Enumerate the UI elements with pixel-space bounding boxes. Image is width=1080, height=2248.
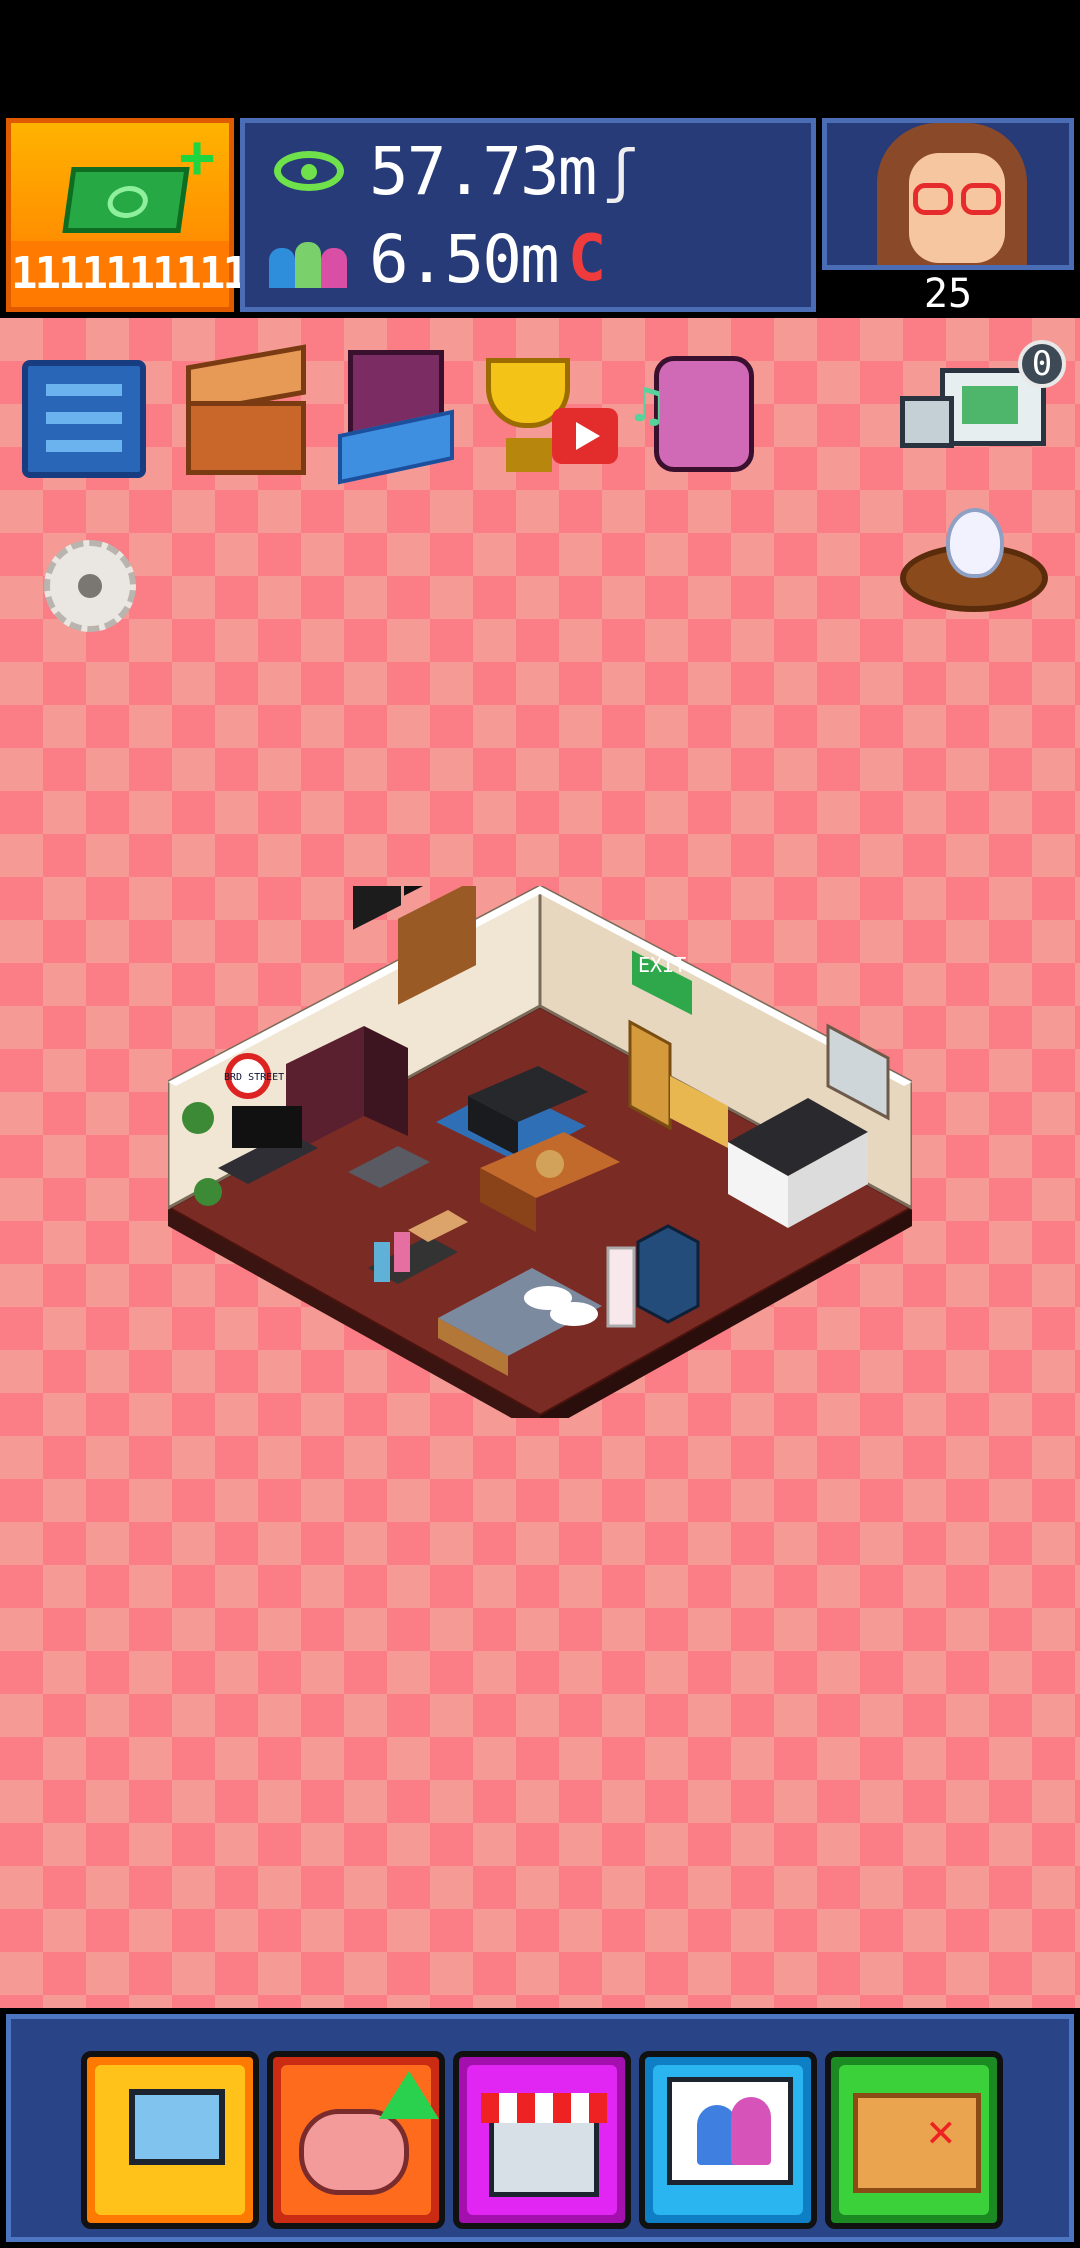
stats-panel[interactable]: 57.73m ʃ 6.50m C bbox=[240, 118, 816, 312]
views-icon bbox=[274, 151, 344, 191]
egg-nest-icon[interactable] bbox=[900, 508, 1048, 612]
chest-icon[interactable] bbox=[186, 344, 306, 475]
map-x-icon: ✕ bbox=[927, 2103, 955, 2157]
delivery-count-badge: 0 bbox=[1018, 340, 1066, 388]
cash-icon bbox=[62, 167, 190, 233]
exit-sign: EXIT bbox=[638, 953, 686, 977]
shop-awning bbox=[481, 2093, 607, 2123]
settings-gear-icon[interactable] bbox=[38, 534, 142, 638]
brain-upgrade-button[interactable] bbox=[267, 2051, 445, 2229]
map-button[interactable]: ✕ bbox=[825, 2051, 1003, 2229]
hook-icon: ʃ bbox=[603, 137, 639, 205]
upgrade-arrow-icon bbox=[379, 2071, 439, 2119]
delivery-truck-icon[interactable]: 0 bbox=[900, 340, 1068, 460]
menu-button[interactable] bbox=[22, 360, 146, 478]
system-status-bar bbox=[0, 0, 1080, 115]
glasses-icon bbox=[907, 183, 1007, 217]
brain-upgrade-icon bbox=[299, 2109, 409, 2195]
cash-amount: 1111111111 bbox=[11, 241, 249, 307]
toolbar-panel: ✕ bbox=[6, 2014, 1074, 2242]
cash-button[interactable]: + 1111111111 bbox=[6, 118, 249, 312]
computer-icon bbox=[129, 2089, 225, 2165]
avatar-button[interactable] bbox=[822, 118, 1074, 270]
mascot-music-icon[interactable]: ♫ bbox=[632, 356, 764, 474]
room-icon[interactable] bbox=[338, 350, 454, 485]
shop-button[interactable] bbox=[453, 2051, 631, 2229]
subscribers-value: 6.50m bbox=[369, 220, 560, 298]
isometric-room[interactable]: EXIT BRD STREET bbox=[168, 886, 912, 1418]
computer-button[interactable] bbox=[81, 2051, 259, 2229]
street-sign: BRD STREET bbox=[224, 1072, 284, 1083]
level-value: 25 bbox=[923, 271, 973, 317]
add-cash-icon: + bbox=[179, 122, 216, 192]
magnet-icon: C bbox=[567, 222, 607, 296]
views-value: 57.73m bbox=[369, 132, 597, 210]
collab-person-pink bbox=[731, 2097, 771, 2165]
trophy-video-icon[interactable] bbox=[466, 358, 618, 476]
subscribers-icon bbox=[269, 230, 349, 288]
treasure-map-icon bbox=[853, 2093, 981, 2193]
collab-button[interactable] bbox=[639, 2051, 817, 2229]
bottom-toolbar: ✕ bbox=[0, 2008, 1080, 2248]
